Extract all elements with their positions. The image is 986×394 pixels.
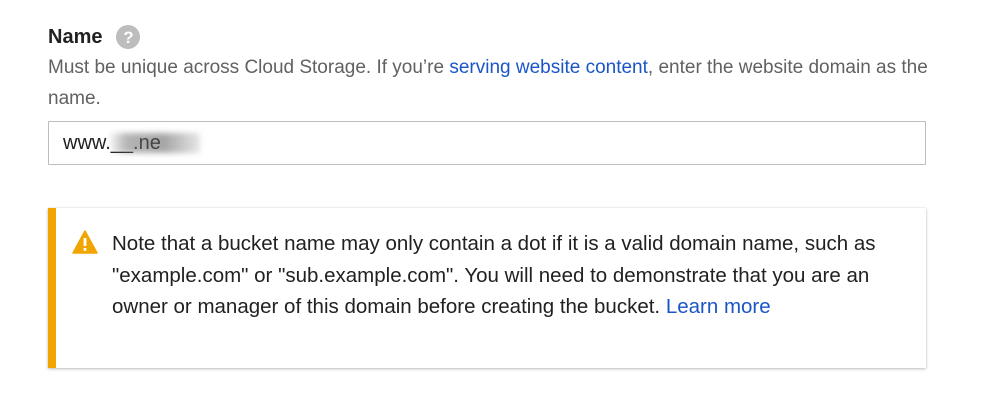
description-text-before: Must be unique across Cloud Storage. If … xyxy=(48,57,450,78)
bucket-name-form: Name ? Must be unique across Cloud Stora… xyxy=(0,0,986,394)
notice-text: Note that a bucket name may only contain… xyxy=(112,228,902,323)
help-question-icon[interactable]: ? xyxy=(116,25,141,49)
warning-notice: Note that a bucket name may only contain… xyxy=(48,208,926,368)
warning-icon xyxy=(72,230,98,254)
field-label: Name xyxy=(48,26,103,48)
field-description: Must be unique across Cloud Storage. If … xyxy=(48,52,938,114)
learn-more-link[interactable]: Learn more xyxy=(666,295,771,318)
serving-website-content-link[interactable]: serving website content xyxy=(449,57,648,78)
bucket-name-input[interactable] xyxy=(48,121,926,165)
name-input-wrapper xyxy=(48,121,926,165)
field-header: Name ? xyxy=(48,24,141,50)
